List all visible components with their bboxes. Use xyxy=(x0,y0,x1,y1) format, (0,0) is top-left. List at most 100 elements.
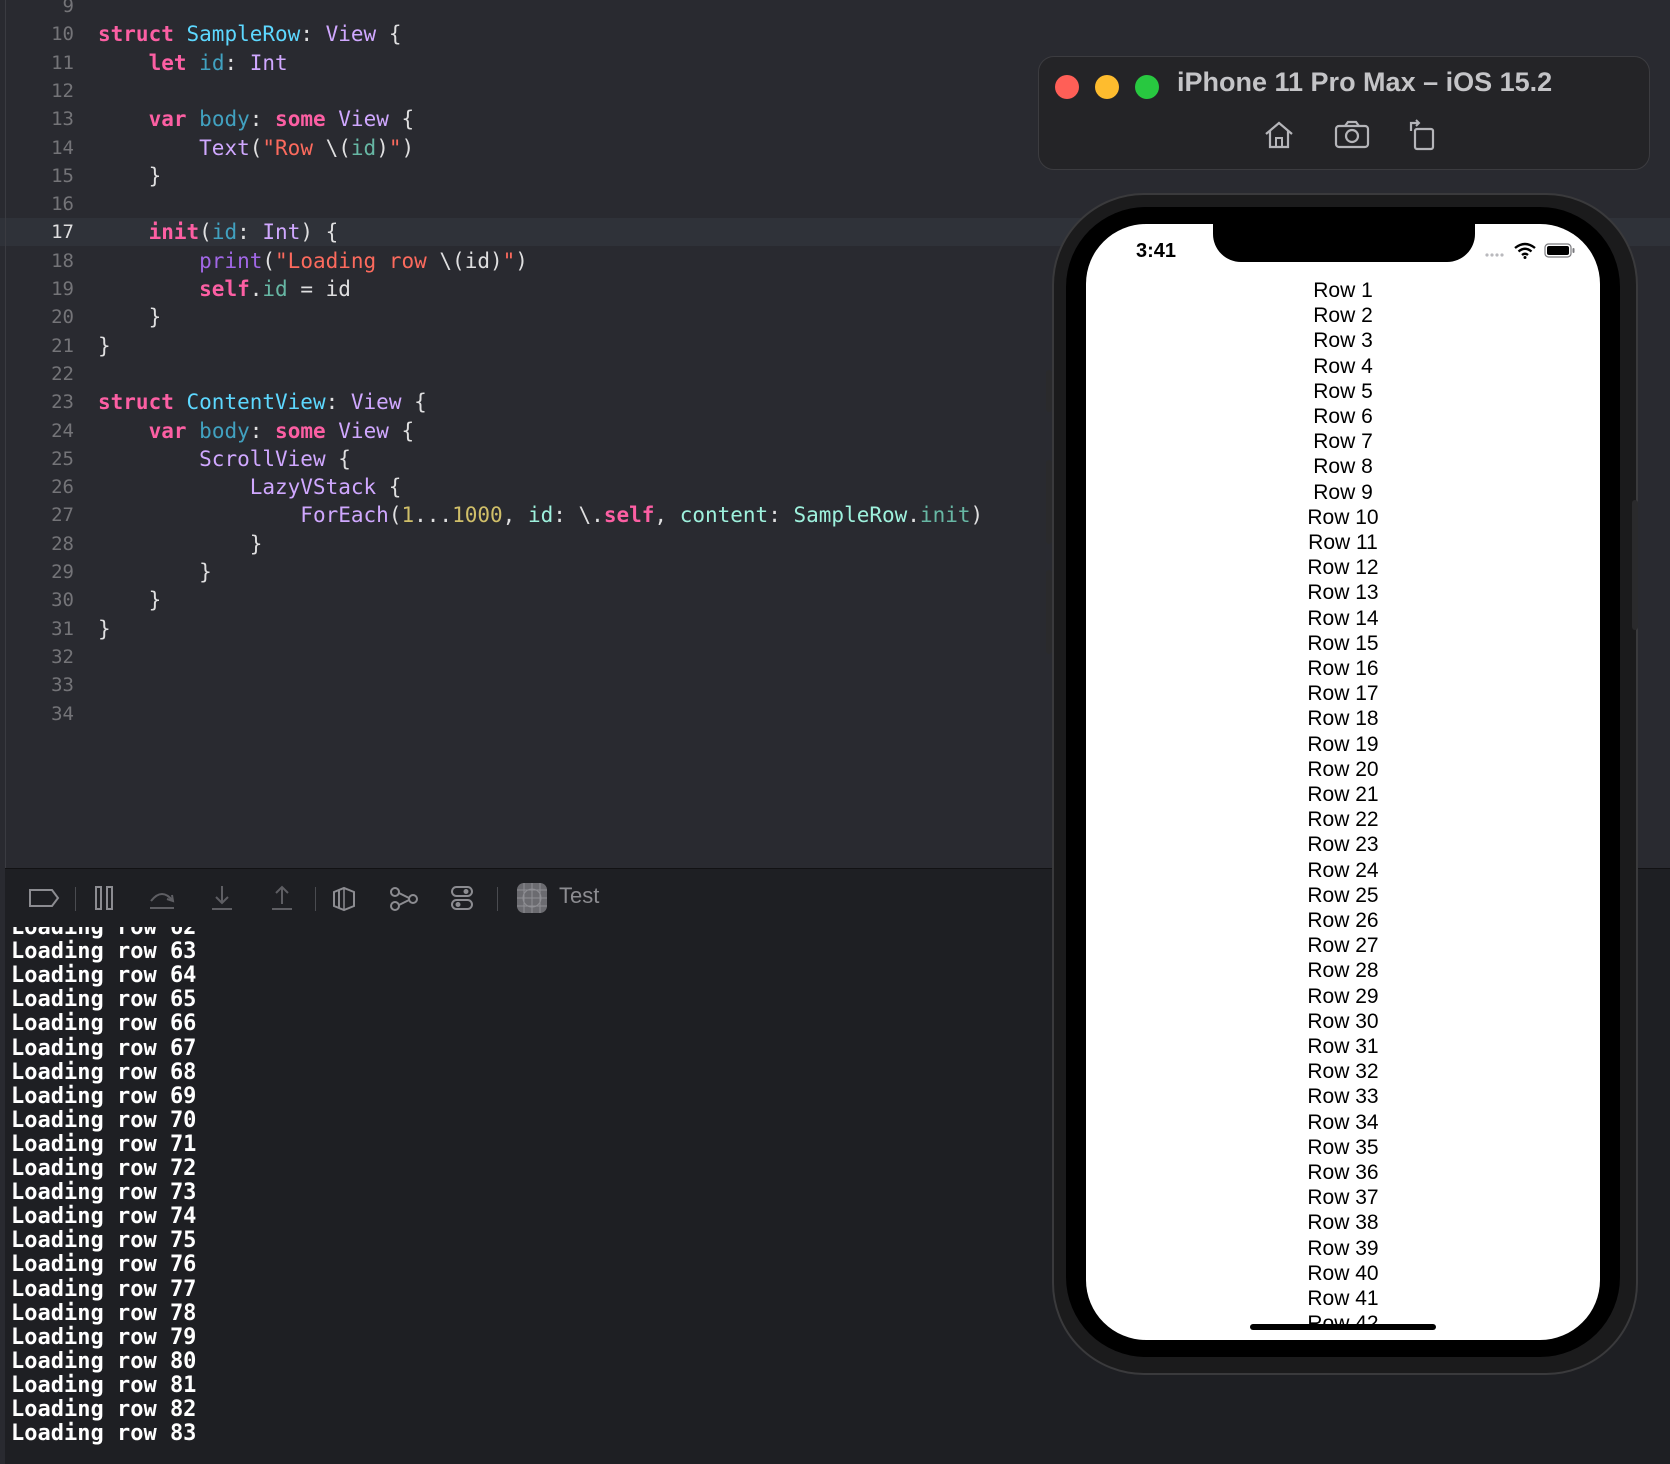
breakpoint-toggle-icon[interactable] xyxy=(27,881,61,915)
code-token: { xyxy=(325,446,351,471)
simulator-titlebar[interactable]: iPhone 11 Pro Max – iOS 15.2 xyxy=(1038,56,1650,170)
home-icon[interactable] xyxy=(1261,117,1297,153)
list-item: Row 2 xyxy=(1313,304,1373,328)
code-token: : xyxy=(249,107,276,132)
close-button[interactable] xyxy=(1055,75,1079,99)
console-line: Loading row 66 xyxy=(11,1011,197,1037)
list-item: Row 5 xyxy=(1313,379,1373,403)
code-token: some xyxy=(275,418,326,443)
code-text: let id: Int xyxy=(98,49,288,77)
code-token: { xyxy=(401,390,427,415)
line-number: 29 xyxy=(51,561,74,583)
code-token: ( xyxy=(262,248,276,273)
volume-down-button xyxy=(1046,570,1052,654)
code-text: print("Loading row \(id)") xyxy=(98,247,528,275)
environment-overrides-icon[interactable] xyxy=(445,881,479,915)
code-token: } xyxy=(98,333,111,358)
list-item: Row 25 xyxy=(1307,883,1379,907)
scheme-label[interactable]: Test xyxy=(559,883,599,909)
code-text: LazyVStack { xyxy=(98,473,402,501)
code-token: { xyxy=(376,22,402,47)
code-text: ScrollView { xyxy=(98,445,351,473)
code-token: { xyxy=(388,107,415,132)
list-item: Row 31 xyxy=(1307,1035,1379,1058)
code-token: View xyxy=(338,418,389,443)
code-text: var body: some View { xyxy=(98,417,415,445)
code-token: \( xyxy=(325,135,351,160)
code-text: struct SampleRow: View { xyxy=(98,20,401,48)
list-item: Row 7 xyxy=(1313,430,1373,454)
code-token: var xyxy=(148,107,187,132)
line-number: 11 xyxy=(51,51,74,74)
step-over-icon[interactable] xyxy=(145,881,179,915)
line-number: 26 xyxy=(51,476,74,499)
code-token: print xyxy=(199,248,263,273)
console-line: Loading row 82 xyxy=(11,1397,197,1422)
line-number: 31 xyxy=(51,617,74,640)
list-item: Row 6 xyxy=(1313,405,1373,428)
device-screen[interactable]: 3:41 Row 1 Row 2 Row 3 Row 4 Row 5 Row 6 Row 7… xyxy=(1086,224,1600,1340)
code-token: SampleRow xyxy=(186,22,301,47)
list-item: Row 27 xyxy=(1307,934,1379,958)
code-text: init(id: Int) { xyxy=(98,218,339,246)
code-token: ScrollView xyxy=(199,446,326,471)
volume-up-button xyxy=(1046,460,1052,544)
line-number: 32 xyxy=(51,645,74,668)
line-number: 33 xyxy=(51,674,74,697)
list-item: Row 29 xyxy=(1307,984,1379,1008)
console-line: Loading row 74 xyxy=(11,1204,197,1230)
code-token: LazyVStack xyxy=(249,475,377,500)
view-hierarchy-icon[interactable] xyxy=(327,881,361,915)
screenshot-icon[interactable] xyxy=(1334,117,1370,153)
code-token: ) { xyxy=(300,220,339,245)
rotate-icon[interactable] xyxy=(1404,117,1440,153)
console-line: Loading row 78 xyxy=(11,1300,197,1326)
console-line: Loading row 81 xyxy=(11,1372,197,1398)
code-line[interactable]: 9 xyxy=(0,0,1670,20)
code-token: id xyxy=(262,277,288,301)
line-number: 9 xyxy=(62,0,74,17)
console-line: Loading row 80 xyxy=(11,1348,197,1374)
console-line: Loading row 71 xyxy=(11,1131,197,1157)
code-token: Int xyxy=(262,220,301,245)
code-token: View xyxy=(350,390,402,415)
console-line: Loading row 83 xyxy=(11,1421,197,1447)
code-token: id xyxy=(199,50,225,75)
code-line[interactable]: 10 struct SampleRow: View { xyxy=(0,20,1670,48)
list-item: Row 11 xyxy=(1308,531,1378,554)
toolbar-separator xyxy=(75,887,76,911)
code-text: } xyxy=(98,162,162,190)
code-token: } xyxy=(98,163,162,188)
pause-icon[interactable] xyxy=(87,881,121,915)
minimize-button[interactable] xyxy=(1095,75,1119,99)
code-token: self xyxy=(199,277,250,301)
line-number: 16 xyxy=(51,193,74,216)
console-line: Loading row 62 xyxy=(11,927,197,940)
memory-graph-icon[interactable] xyxy=(387,881,421,915)
line-number: 28 xyxy=(51,532,74,555)
code-token: struct xyxy=(98,22,174,47)
list-item: Row 14 xyxy=(1307,606,1379,630)
step-out-icon[interactable] xyxy=(265,881,299,915)
code-token: content xyxy=(679,503,769,528)
console-line: Loading row 76 xyxy=(11,1252,197,1278)
console-line: Loading row 77 xyxy=(11,1276,197,1302)
code-token: " xyxy=(502,248,516,273)
line-number: 27 xyxy=(51,504,74,527)
list-item: Row 4 xyxy=(1313,354,1373,378)
zoom-button[interactable] xyxy=(1135,75,1159,99)
step-into-icon[interactable] xyxy=(205,881,239,915)
code-token: "Loading row xyxy=(275,248,440,273)
toolbar-separator xyxy=(315,887,316,911)
home-indicator[interactable] xyxy=(1250,1324,1436,1330)
simulator-title: iPhone 11 Pro Max – iOS 15.2 xyxy=(1177,67,1553,97)
console-line: Loading row 68 xyxy=(11,1059,197,1085)
app-target-icon[interactable] xyxy=(515,881,549,915)
